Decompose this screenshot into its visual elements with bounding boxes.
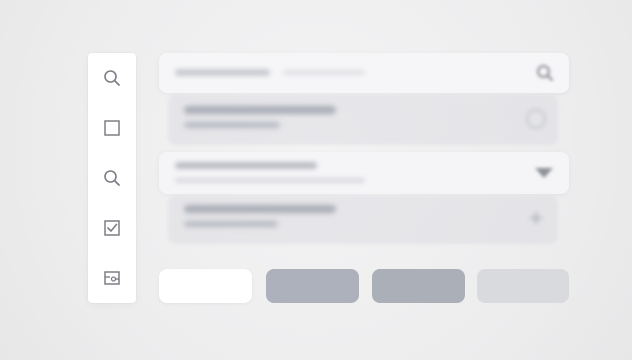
search-icon (104, 170, 120, 186)
row-title-blurred (184, 106, 336, 114)
rail-card-button[interactable] (100, 266, 124, 290)
rail-search-button-2[interactable] (100, 166, 124, 190)
action-button-3[interactable] (372, 269, 465, 303)
checkbox-icon (104, 220, 120, 236)
rail-checkbox-button[interactable] (100, 216, 124, 240)
row-subtitle-blurred (184, 221, 278, 227)
list-row-2[interactable] (168, 196, 558, 244)
radio-icon (526, 109, 546, 129)
dropdown-select[interactable] (159, 152, 569, 194)
card-icon (104, 271, 120, 285)
search-icon (537, 65, 554, 82)
list-row-1[interactable] (168, 95, 558, 145)
row-subtitle-blurred (184, 122, 280, 128)
search-bar[interactable] (159, 53, 569, 93)
tool-rail (88, 53, 136, 303)
action-button-2[interactable] (266, 269, 359, 303)
action-button-1[interactable] (159, 269, 252, 303)
plus-icon (530, 212, 542, 224)
row-title-blurred (184, 205, 336, 213)
chevron-down-icon (535, 168, 553, 178)
search-hint-blurred (283, 70, 365, 75)
search-text-blurred (175, 69, 270, 76)
screen (0, 0, 632, 360)
square-icon (104, 120, 120, 136)
search-icon (104, 70, 120, 86)
action-button-4[interactable] (477, 269, 569, 303)
rail-search-button[interactable] (100, 66, 124, 90)
dropdown-subtitle-blurred (175, 178, 365, 183)
rail-square-button[interactable] (100, 116, 124, 140)
dropdown-title-blurred (175, 162, 317, 169)
